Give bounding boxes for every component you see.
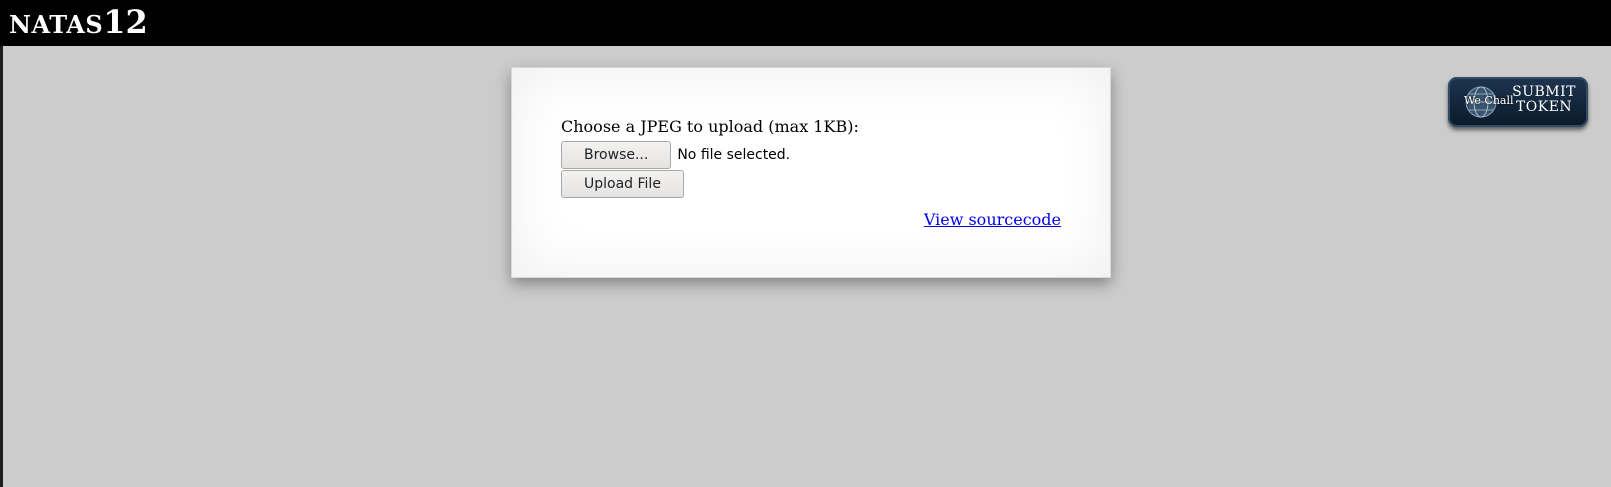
submit-token-button[interactable]: We Chall SUBMIT TOKEN: [1448, 77, 1588, 127]
file-input-row: Browse... No file selected.: [561, 141, 859, 169]
upload-form: Choose a JPEG to upload (max 1KB): Brows…: [561, 116, 859, 198]
left-edge-strip: [0, 46, 3, 487]
wechall-logo-text: We Chall: [1464, 94, 1514, 107]
page-title: NATAS12: [9, 2, 148, 48]
content-panel: Choose a JPEG to upload (max 1KB): Brows…: [511, 67, 1111, 278]
upload-prompt: Choose a JPEG to upload (max 1KB):: [561, 117, 859, 136]
header-bar: NATAS12: [0, 0, 1611, 46]
title-level: 12: [103, 3, 148, 41]
upload-row: Upload File: [561, 170, 859, 198]
submit-label-line1: SUBMIT: [1512, 84, 1576, 100]
file-status-text: No file selected.: [677, 147, 791, 163]
upload-file-button[interactable]: Upload File: [561, 170, 684, 198]
browse-button[interactable]: Browse...: [561, 141, 672, 169]
title-prefix: NATAS: [9, 10, 104, 39]
submit-token-label: SUBMIT TOKEN: [1512, 85, 1576, 115]
view-sourcecode-link[interactable]: View sourcecode: [924, 210, 1061, 229]
submit-label-line2: TOKEN: [1515, 99, 1573, 115]
